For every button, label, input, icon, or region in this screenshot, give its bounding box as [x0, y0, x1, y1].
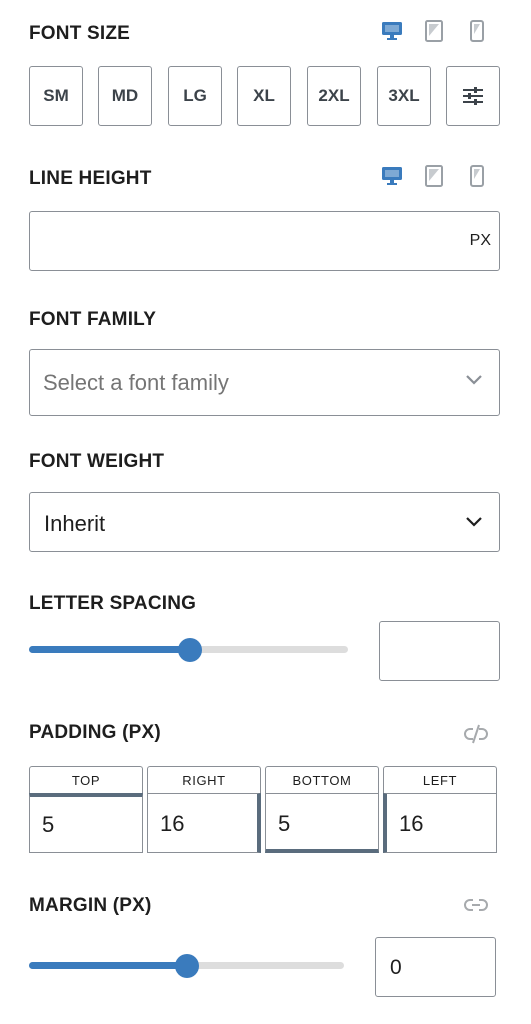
padding-label: PADDING (PX) [29, 722, 161, 743]
font-weight-select[interactable]: Inherit [29, 492, 500, 552]
mobile-icon[interactable] [468, 164, 486, 188]
padding-right-value: 16 [160, 811, 185, 836]
letter-spacing-fill [29, 646, 190, 653]
link-icon[interactable] [462, 895, 490, 915]
desktop-icon[interactable] [381, 165, 403, 187]
chevron-down-icon [466, 517, 482, 527]
size-xl-button[interactable]: XL [237, 66, 291, 126]
margin-value: 0 [390, 956, 402, 979]
margin-thumb[interactable] [175, 954, 199, 978]
padding-right: RIGHT 16 [147, 766, 261, 853]
padding-right-input[interactable]: 16 [147, 793, 261, 853]
padding-left-input[interactable]: 16 [383, 793, 497, 853]
chevron-down-icon [466, 375, 482, 385]
sliders-icon [463, 87, 483, 105]
line-height-unit[interactable]: PX [470, 232, 491, 250]
margin-fill [29, 962, 187, 969]
font-family-placeholder: Select a font family [43, 370, 229, 395]
tablet-icon[interactable] [424, 19, 444, 43]
padding-bottom-value: 5 [278, 811, 291, 836]
tablet-icon[interactable] [424, 164, 444, 188]
padding-left-label: LEFT [383, 766, 497, 794]
mobile-icon[interactable] [468, 19, 486, 43]
padding-right-label: RIGHT [147, 766, 261, 794]
letter-spacing-label: LETTER SPACING [29, 593, 197, 614]
padding-top-label: TOP [29, 766, 143, 794]
padding-bottom-input[interactable]: 5 [265, 793, 379, 853]
line-height-label: LINE HEIGHT [29, 168, 152, 189]
size-md-button[interactable]: MD [98, 66, 152, 126]
unlink-icon[interactable] [463, 722, 489, 746]
font-size-label: FONT SIZE [29, 23, 131, 44]
font-weight-value: Inherit [44, 511, 106, 536]
padding-top-value: 5 [42, 812, 55, 837]
size-lg-button[interactable]: LG [168, 66, 222, 126]
letter-spacing-thumb[interactable] [178, 638, 202, 662]
font-family-select[interactable]: Select a font family [29, 349, 500, 416]
size-3xl-button[interactable]: 3XL [377, 66, 431, 126]
margin-input[interactable]: 0 [375, 937, 496, 997]
size-sm-button[interactable]: SM [29, 66, 83, 126]
padding-bottom-label: BOTTOM [265, 766, 379, 794]
custom-size-button[interactable] [446, 66, 500, 126]
font-family-label: FONT FAMILY [29, 309, 157, 330]
padding-left: LEFT 16 [383, 766, 497, 853]
padding-left-value: 16 [399, 811, 424, 836]
font-weight-label: FONT WEIGHT [29, 451, 165, 472]
letter-spacing-input[interactable] [379, 621, 500, 681]
size-2xl-button[interactable]: 2XL [307, 66, 361, 126]
desktop-icon[interactable] [381, 20, 403, 42]
margin-label: MARGIN (PX) [29, 895, 152, 916]
padding-top-input[interactable]: 5 [29, 793, 143, 853]
padding-top: TOP 5 [29, 766, 143, 853]
line-height-input[interactable]: PX [29, 211, 500, 271]
padding-bottom: BOTTOM 5 [265, 766, 379, 853]
